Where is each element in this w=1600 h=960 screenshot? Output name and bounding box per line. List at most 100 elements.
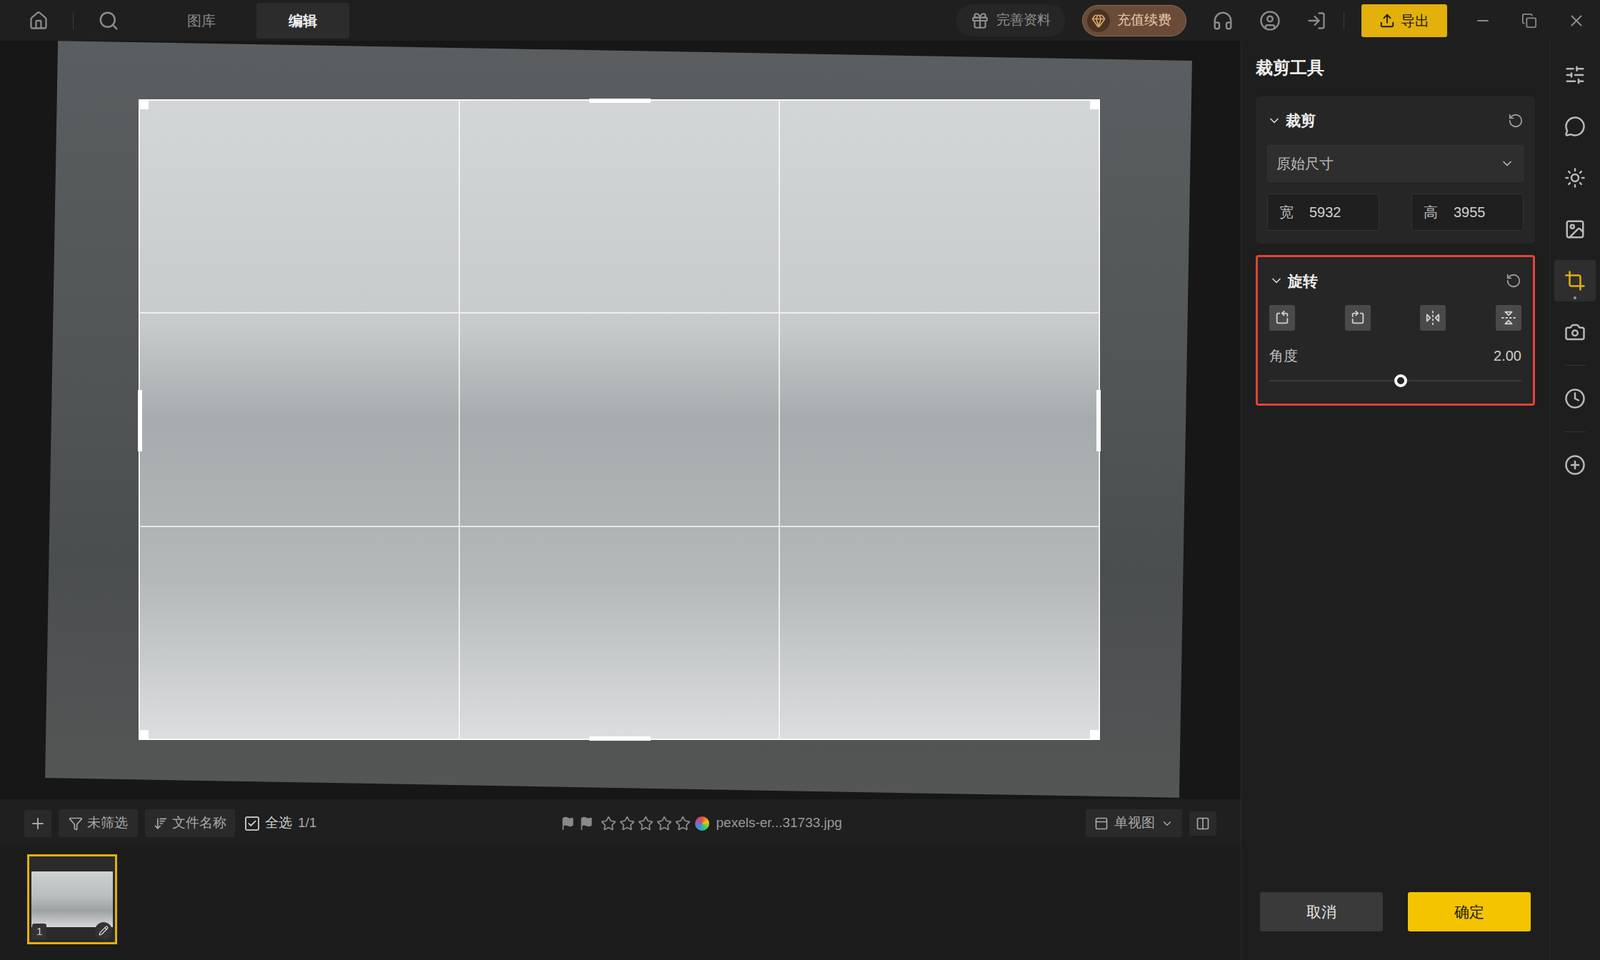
adjust-icon	[1564, 64, 1586, 86]
rotate-left-button[interactable]	[1269, 305, 1295, 331]
rail-item[interactable]	[1554, 260, 1596, 302]
thumbnail-index: 1	[32, 923, 47, 940]
crop-handle[interactable]	[1090, 730, 1100, 740]
section-header[interactable]: 旋转	[1269, 270, 1522, 293]
logout-icon[interactable]	[1306, 10, 1327, 31]
grid-cell	[459, 100, 780, 313]
crop-handle[interactable]	[589, 736, 651, 741]
angle-row: 角度2.00	[1269, 345, 1522, 367]
filter-icon	[68, 816, 83, 831]
rail-item[interactable]	[1554, 54, 1596, 96]
rail-item[interactable]	[1554, 157, 1596, 199]
width-field[interactable]: 宽5932	[1267, 193, 1380, 231]
top-bar: 图库编辑 完善资料充值续费 导出	[0, 0, 1600, 41]
compare-icon	[1195, 816, 1210, 831]
angle-slider[interactable]	[1269, 373, 1522, 388]
chevron-down-icon	[1160, 817, 1174, 830]
history-icon	[1564, 387, 1586, 410]
grid-cell	[459, 526, 780, 740]
thumbnail-image	[31, 871, 113, 928]
crop-handle[interactable]	[138, 730, 149, 740]
star-icon[interactable]	[600, 815, 617, 832]
color-label-icon[interactable]	[695, 816, 710, 831]
crop-handle[interactable]	[1090, 99, 1100, 110]
star-icon[interactable]	[656, 815, 673, 832]
add-button[interactable]	[24, 810, 52, 838]
compare-button[interactable]	[1189, 811, 1217, 836]
light-icon	[1564, 167, 1586, 189]
rotate-right-icon	[1350, 310, 1366, 326]
flag-icon[interactable]	[560, 816, 575, 831]
rail-item[interactable]	[1554, 377, 1596, 420]
size-fields: 宽5932 高3955	[1267, 193, 1524, 231]
sort-button[interactable]: 文件名称	[145, 809, 235, 838]
support-icon[interactable]	[1212, 10, 1234, 32]
user-icon[interactable]	[1259, 10, 1281, 32]
filter-button[interactable]: 未筛选	[58, 809, 138, 838]
star-icon[interactable]	[619, 815, 635, 832]
grid-cell	[139, 312, 460, 526]
portrait-icon	[1564, 115, 1586, 138]
workspace: 未筛选文件名称全选1/1 pexels-er...31733.jpg 单视图 1	[0, 40, 1241, 960]
rotate-left-icon	[1274, 310, 1290, 326]
crop-handle[interactable]	[589, 98, 651, 103]
crop-handle[interactable]	[1096, 390, 1101, 452]
filmstrip: 1	[0, 847, 1241, 960]
crop-handle[interactable]	[137, 390, 143, 452]
export-icon	[1379, 12, 1395, 29]
reset-icon[interactable]	[1505, 272, 1522, 289]
flip-horizontal-icon	[1425, 310, 1441, 326]
chevron-down-icon	[1267, 113, 1282, 128]
rotate-section: 旋转角度2.00	[1255, 255, 1535, 407]
rail-item[interactable]	[1554, 311, 1596, 353]
active-dot	[1573, 296, 1577, 300]
section-header[interactable]: 裁剪	[1267, 109, 1524, 133]
home-icon[interactable]	[28, 10, 49, 31]
height-field[interactable]: 高3955	[1411, 193, 1524, 231]
add-icon	[1564, 454, 1586, 476]
checkbox[interactable]	[245, 816, 260, 831]
crop-icon	[1564, 270, 1586, 292]
rail-item[interactable]	[1554, 208, 1596, 250]
grid-cell	[779, 526, 1100, 740]
restore-icon[interactable]	[1521, 12, 1538, 29]
crop-frame[interactable]	[138, 99, 1100, 740]
vip-button[interactable]: 充值续费	[1082, 5, 1187, 37]
file-name: pexels-er...31733.jpg	[716, 812, 843, 834]
rail-item[interactable]	[1554, 444, 1596, 486]
slider-knob[interactable]	[1394, 374, 1408, 388]
flip-horizontal-button[interactable]	[1420, 305, 1446, 331]
rotate-buttons	[1269, 305, 1522, 331]
cancel-button[interactable]: 取消	[1260, 892, 1383, 933]
confirm-button[interactable]: 确定	[1407, 892, 1531, 933]
thumbnail[interactable]: 1	[27, 854, 118, 945]
close-icon[interactable]	[1567, 11, 1586, 30]
grid-cell	[139, 526, 460, 740]
tool-rail	[1549, 40, 1600, 960]
reset-icon[interactable]	[1507, 112, 1524, 129]
reject-flag-icon[interactable]	[579, 816, 594, 831]
search-icon[interactable]	[97, 10, 120, 32]
divider	[1343, 12, 1345, 30]
export-button[interactable]: 导出	[1361, 4, 1448, 38]
star-icon[interactable]	[637, 815, 654, 832]
crop-panel: 裁剪工具裁剪原始尺寸宽5932高3955旋转角度2.00取消确定	[1240, 40, 1550, 960]
divider	[1564, 431, 1586, 433]
nav-tab[interactable]: 图库	[155, 2, 248, 39]
edited-badge[interactable]	[95, 922, 113, 940]
preset-dropdown[interactable]: 原始尺寸	[1267, 145, 1524, 183]
crop-handle[interactable]	[138, 99, 149, 110]
grid-cell	[779, 100, 1100, 313]
profile-button[interactable]: 完善资料	[956, 4, 1065, 37]
rail-item[interactable]	[1554, 105, 1596, 148]
star-icon[interactable]	[675, 815, 691, 832]
canvas[interactable]	[0, 40, 1241, 800]
minimize-icon[interactable]	[1474, 12, 1492, 30]
select-all[interactable]: 全选1/1	[245, 812, 317, 834]
nav-tab[interactable]: 编辑	[256, 2, 350, 39]
view-dropdown[interactable]: 单视图	[1085, 809, 1183, 838]
flip-vertical-button[interactable]	[1495, 305, 1522, 331]
stars[interactable]	[600, 815, 691, 832]
rotate-right-button[interactable]	[1345, 305, 1371, 331]
gem-icon	[1091, 13, 1106, 28]
